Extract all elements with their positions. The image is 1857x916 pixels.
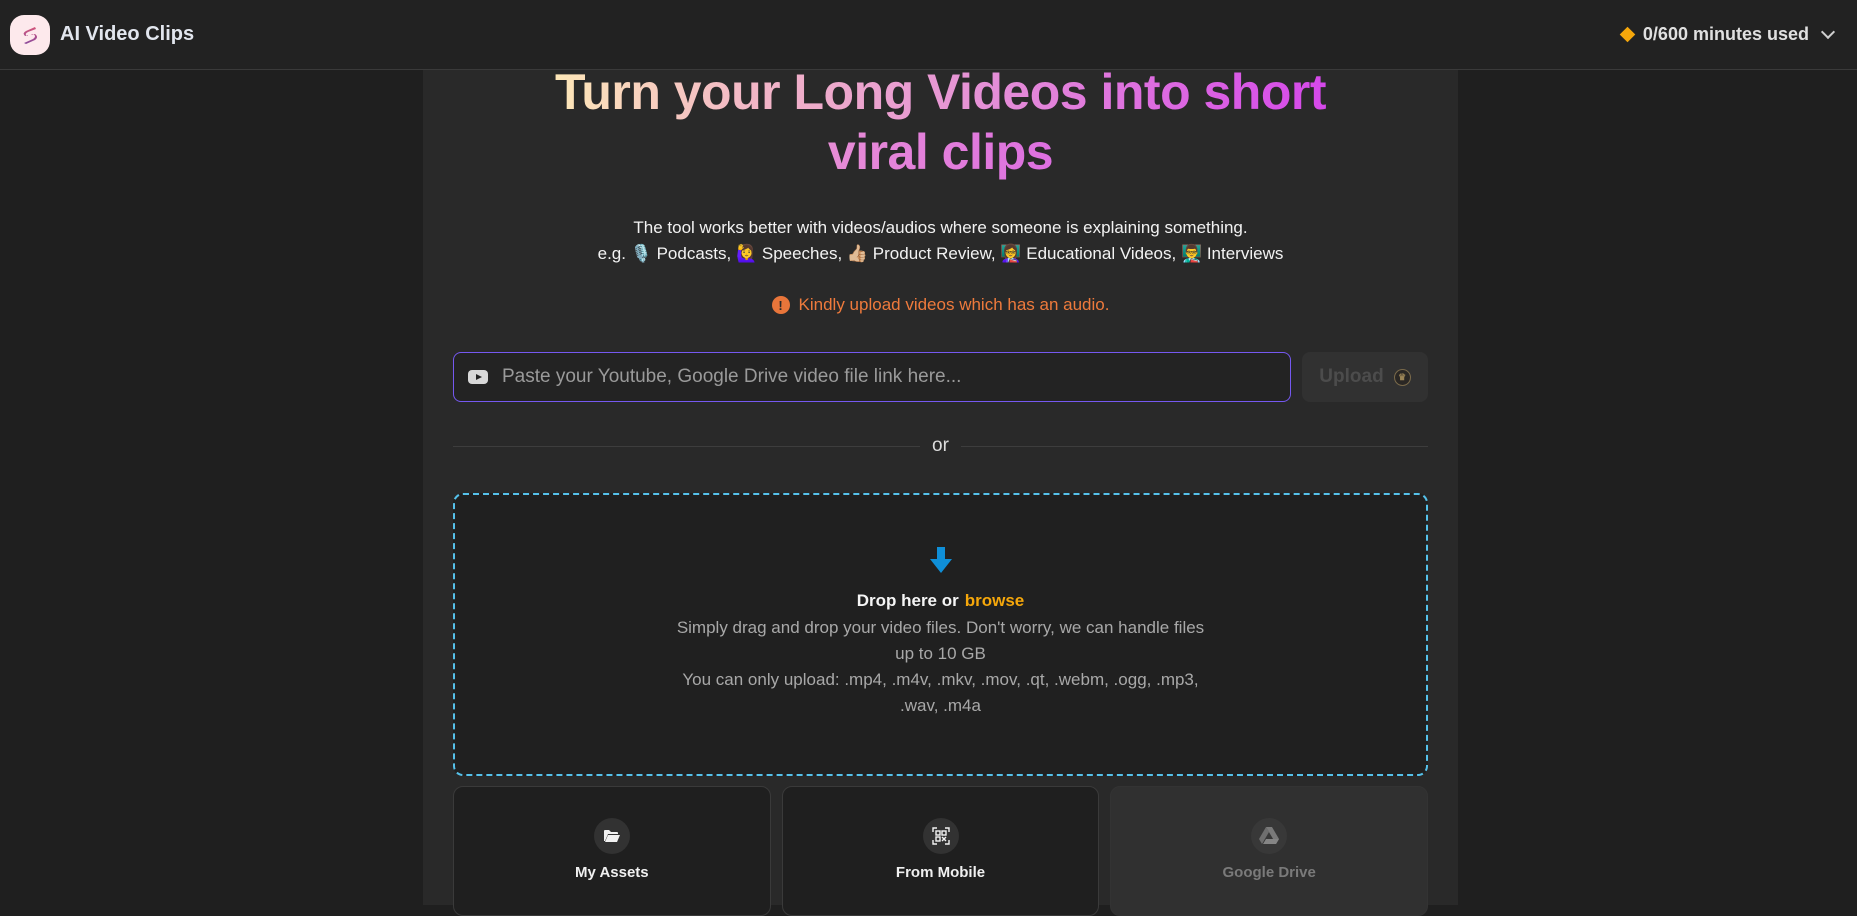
video-link-field[interactable] [453,352,1291,402]
brand[interactable]: AI Video Clips [10,14,195,55]
divider-line [960,445,1428,447]
hero-title-line2: viral clips [827,124,1054,180]
google-drive-button[interactable]: Google Drive [1110,786,1429,916]
from-mobile-button[interactable]: From Mobile [781,786,1100,916]
or-divider: or [453,435,1428,457]
crown-icon: ♛ [1393,368,1411,386]
chevron-down-icon [1820,24,1836,40]
dropzone-title: Drop here or browse [455,591,1426,611]
exclamation-icon: ! [771,296,790,314]
dropzone-description: Simply drag and drop your video files. D… [676,615,1206,719]
from-mobile-label: From Mobile [895,864,986,881]
subtitle-examples: e.g. 🎙️ Podcasts, 🙋‍♀️ Speeches, 👍🏼 Prod… [597,244,1284,263]
app-name: AI Video Clips [60,23,195,45]
top-header: AI Video Clips 0/600 minutes used [0,0,1857,70]
subtitle-line1: The tool works better with videos/audios… [633,218,1248,237]
subtitle: The tool works better with videos/audios… [423,215,1458,267]
main-panel: Turn your Long Videos into short viral c… [423,64,1458,916]
link-row: Upload ♛ [453,352,1428,402]
video-link-input[interactable] [502,366,1290,388]
upload-sources: My Assets From Mobile Google Drive [453,786,1429,916]
diamond-icon [1619,26,1636,43]
upload-button[interactable]: Upload ♛ [1302,352,1428,402]
formats-text: You can only upload: .mp4, .m4v, .mkv, .… [682,670,1199,715]
drop-here-text: Drop here or [856,591,959,610]
my-assets-button[interactable]: My Assets [453,786,771,916]
google-drive-label: Google Drive [1222,864,1316,881]
my-assets-label: My Assets [575,864,649,881]
upload-button-label: Upload [1319,366,1384,387]
divider-line [453,445,921,447]
folder-open-icon [593,818,630,854]
arrow-down-icon [929,547,952,573]
youtube-icon [468,370,488,384]
app-logo-icon [10,14,50,55]
or-text: or [932,435,949,456]
hero-title-line1: Turn your Long Videos into short [554,64,1327,120]
warning-text: Kindly upload videos which has an audio. [798,295,1110,314]
hero-title: Turn your Long Videos into short viral c… [423,62,1458,182]
usage-menu[interactable]: 0/600 minutes used [1619,24,1836,45]
browse-link[interactable]: browse [965,591,1025,610]
size-limit-text: Simply drag and drop your video files. D… [676,618,1205,663]
audio-warning: ! Kindly upload videos which has an audi… [423,295,1458,315]
file-dropzone[interactable]: Drop here or browse Simply drag and drop … [453,493,1428,776]
google-drive-icon [1251,818,1288,854]
qr-scan-icon [922,818,959,854]
usage-text: 0/600 minutes used [1642,24,1809,44]
